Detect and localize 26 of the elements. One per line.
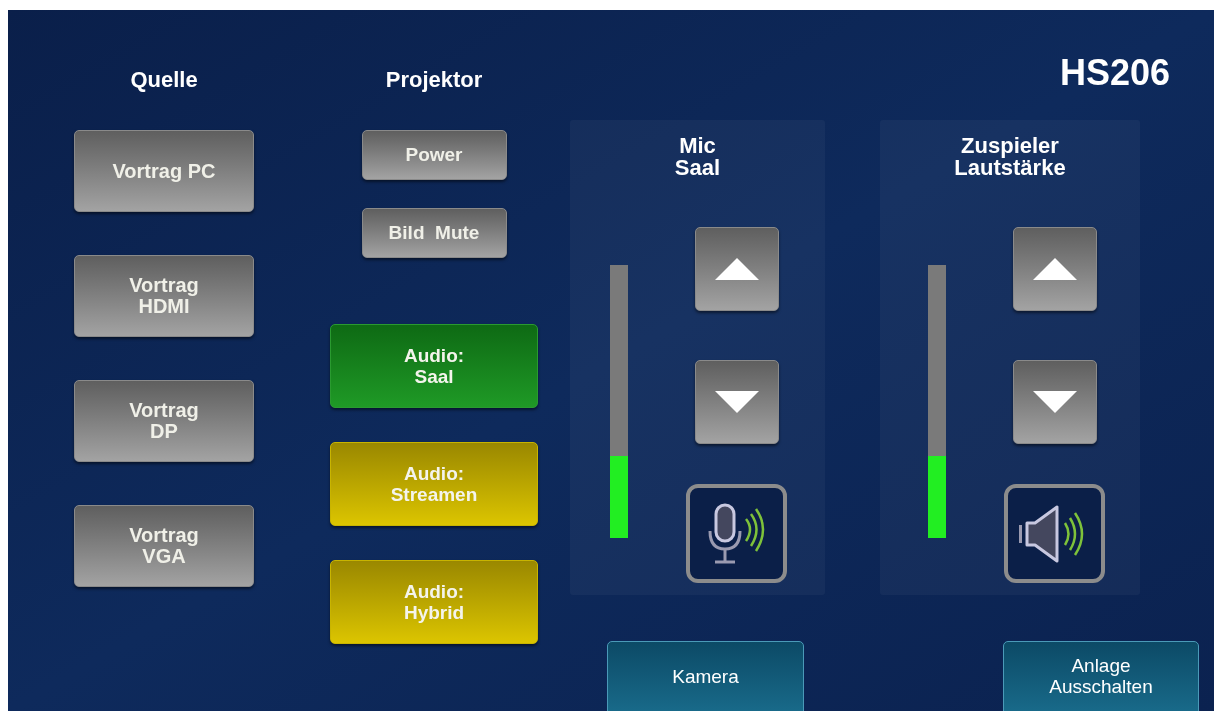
column-title: Projektor	[385, 66, 483, 94]
room-name: HS206	[1059, 51, 1170, 95]
volume-up-button[interactable]	[694, 227, 779, 311]
down-triangle-icon	[1032, 391, 1077, 413]
projector-button[interactable]: Bild Mute	[361, 208, 507, 258]
mute-toggle-button[interactable]	[1004, 484, 1105, 583]
column-title: Quelle	[130, 66, 198, 94]
mute-toggle-button[interactable]	[686, 484, 787, 583]
volume-up-button[interactable]	[1012, 227, 1097, 311]
volume-title: Zuspieler Lautstärke	[954, 135, 1066, 179]
audio-mode-button[interactable]: Audio: Hybrid	[330, 560, 538, 644]
volume-down-button[interactable]	[694, 360, 779, 444]
action-button[interactable]: Kamera	[607, 641, 804, 711]
up-triangle-icon	[714, 258, 759, 280]
source-button[interactable]: Vortrag PC	[74, 130, 254, 212]
volume-title: Mic Saal	[674, 135, 721, 179]
source-button[interactable]: Vortrag VGA	[74, 505, 254, 587]
action-button[interactable]: Anlage Ausschalten	[1003, 641, 1199, 711]
down-triangle-icon	[714, 391, 759, 413]
source-button[interactable]: Vortrag HDMI	[74, 255, 254, 337]
audio-mode-button[interactable]: Audio: Saal	[330, 324, 538, 408]
projector-button[interactable]: Power	[361, 130, 507, 180]
audio-mode-button[interactable]: Audio: Streamen	[330, 442, 538, 526]
volume-down-button[interactable]	[1012, 360, 1097, 444]
source-button[interactable]: Vortrag DP	[74, 380, 254, 462]
up-triangle-icon	[1032, 258, 1077, 280]
